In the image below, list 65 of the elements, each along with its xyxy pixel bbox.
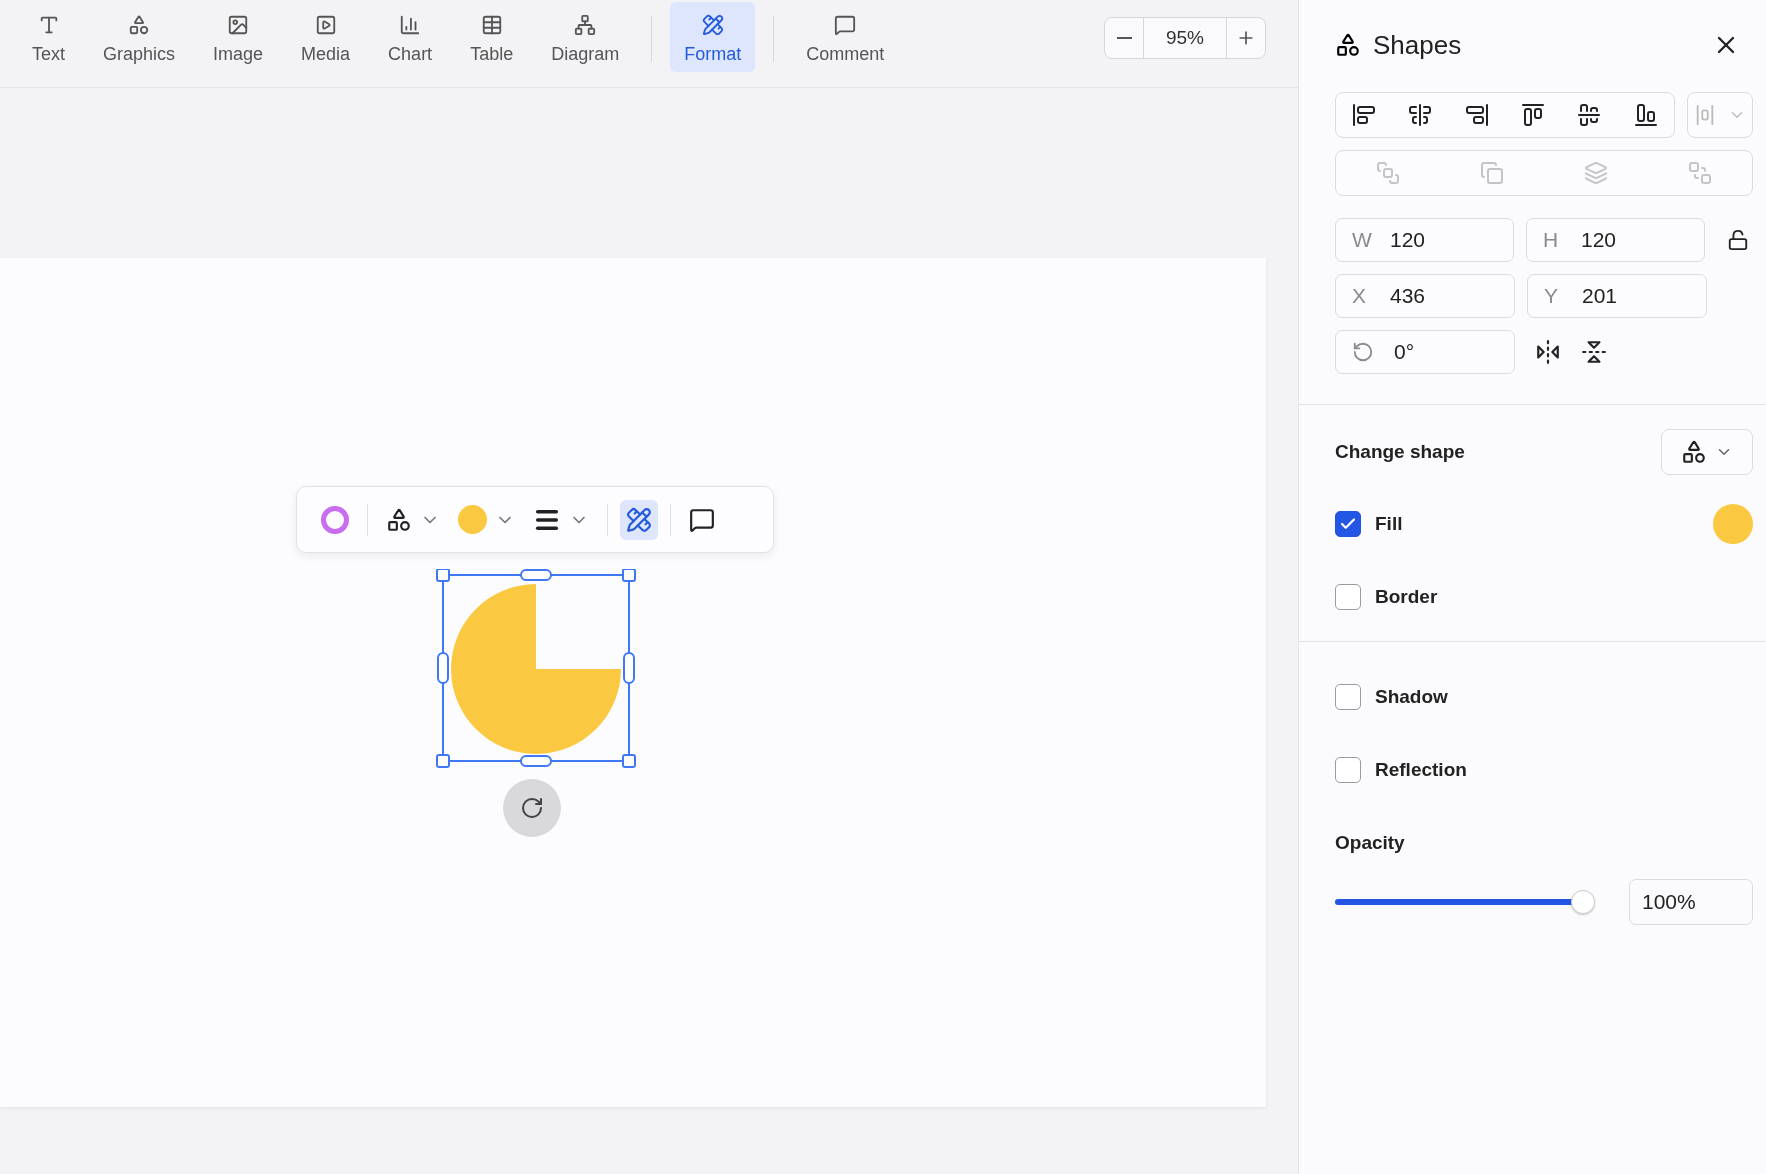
checkbox[interactable]	[1335, 583, 1361, 610]
align-middle-icon	[1577, 103, 1602, 127]
hierarchy-icon	[574, 14, 597, 36]
rotation-field[interactable]: 0°	[1335, 330, 1515, 374]
send-to-back-icon	[1688, 161, 1712, 185]
send-backward-icon	[1584, 161, 1608, 185]
dimension-field[interactable]: Y 201	[1527, 274, 1707, 318]
panel-title: Shapes	[1373, 29, 1463, 61]
section-label: Change shape	[1335, 441, 1466, 463]
align-right-icon	[1464, 103, 1489, 127]
pencil-ruler-icon	[701, 14, 724, 36]
shapes-icon	[1335, 32, 1361, 58]
toolbar-tab[interactable]: Table	[456, 2, 528, 72]
checkbox[interactable]	[1335, 756, 1361, 783]
toolbar-tab[interactable]: Graphics	[89, 2, 190, 72]
option-label: Shadow	[1375, 685, 1449, 708]
comment-icon	[689, 506, 715, 533]
shapes-icon	[128, 14, 151, 36]
option-label: Fill	[1375, 512, 1404, 535]
align-bottom-icon	[1633, 103, 1658, 127]
minus-icon	[1116, 37, 1132, 39]
bring-to-front-icon	[1376, 161, 1400, 185]
checkbox[interactable]	[1335, 510, 1361, 537]
opacity-field[interactable]: 100%	[1628, 879, 1753, 925]
section-label: Opacity	[1335, 831, 1406, 854]
dimension-field[interactable]: W 120	[1335, 218, 1514, 262]
dimension-field[interactable]: H 120	[1526, 218, 1705, 262]
option-label: Border	[1375, 585, 1439, 608]
align-left-icon	[1352, 103, 1377, 127]
flip-vertical-icon	[1581, 339, 1607, 365]
unlock-icon	[1727, 229, 1749, 251]
shapes-icon	[1681, 439, 1707, 465]
bar-chart-icon	[399, 14, 422, 36]
checkbox[interactable]	[1335, 683, 1361, 710]
pencil-ruler-icon	[626, 506, 652, 533]
bring-forward-icon	[1480, 161, 1504, 185]
color-swatch	[458, 505, 487, 534]
rotate-icon	[1352, 341, 1374, 363]
table-icon	[480, 14, 503, 36]
toolbar-tab[interactable]: Text	[18, 2, 79, 72]
opacity-slider[interactable]	[1335, 889, 1595, 915]
distribute-icon	[1694, 104, 1716, 126]
toolbar-tab[interactable]: Image	[199, 2, 278, 72]
dimension-field[interactable]: X 436	[1335, 274, 1515, 318]
toolbar-tab[interactable]: Format	[670, 2, 756, 72]
flip-horizontal-icon	[1535, 339, 1561, 365]
ring-icon	[321, 505, 349, 534]
slider-thumb[interactable]	[1570, 890, 1595, 914]
align-center-icon	[1408, 103, 1433, 127]
play-icon	[314, 14, 337, 36]
rotate-icon	[520, 796, 544, 820]
toolbar-tab[interactable]: Media	[287, 2, 365, 72]
align-top-icon	[1521, 103, 1546, 127]
zoom-value: 95%	[1143, 18, 1227, 58]
toolbar-tab[interactable]: Chart	[374, 2, 447, 72]
fill-color-swatch[interactable]	[1713, 503, 1753, 544]
image-icon	[227, 14, 250, 36]
comment-icon	[834, 14, 857, 36]
option-label: Reflection	[1375, 758, 1468, 781]
selected-pie-shape[interactable]	[436, 569, 636, 769]
toolbar-tab[interactable]: Diagram	[537, 2, 634, 72]
shapes-icon	[386, 506, 412, 533]
toolbar-tab[interactable]: Comment	[792, 2, 899, 72]
format-button[interactable]	[620, 499, 658, 540]
change-shape-dropdown[interactable]	[1661, 429, 1753, 475]
